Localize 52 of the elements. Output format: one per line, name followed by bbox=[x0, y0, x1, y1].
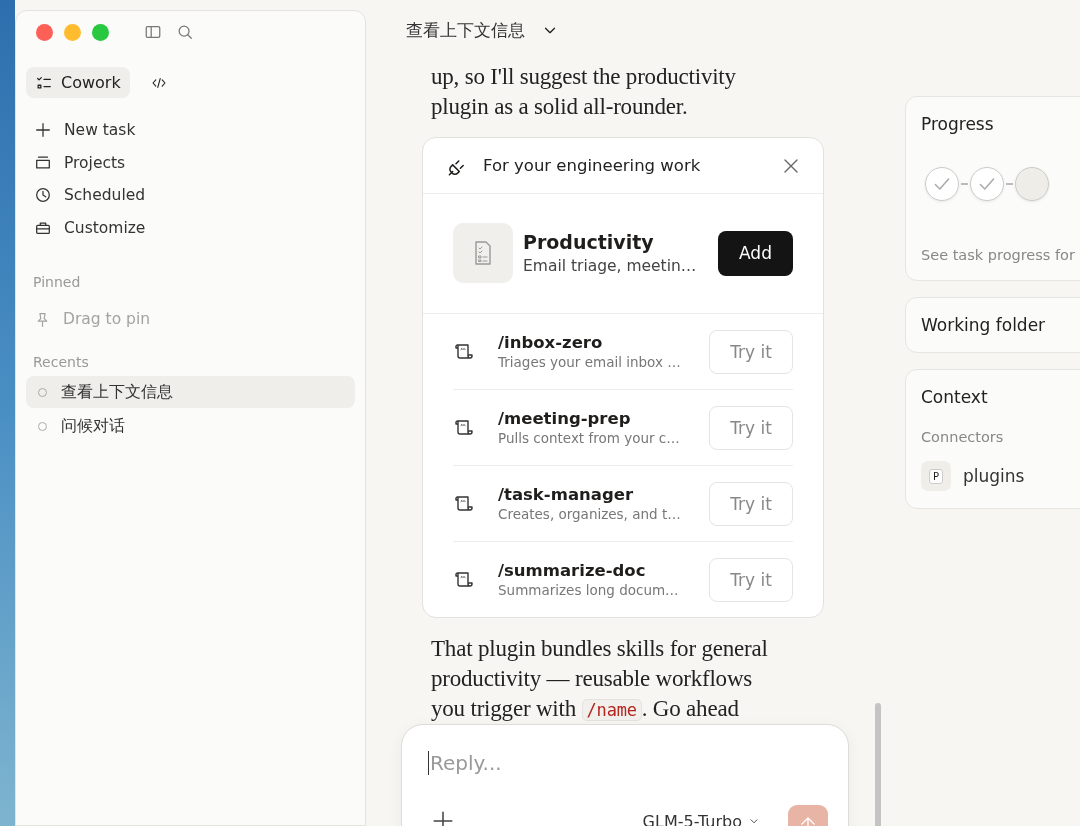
recent-title: 问候对话 bbox=[61, 415, 125, 437]
assistant-message: up, so I'll suggest the productivity plugin as a solid all-rounder. bbox=[430, 63, 737, 121]
recent-title: 查看上下文信息 bbox=[61, 381, 173, 403]
skill-command: /summarize-doc bbox=[498, 561, 647, 580]
plus-icon bbox=[432, 810, 454, 826]
zoom-window-button[interactable] bbox=[92, 23, 109, 41]
add-button[interactable]: Add bbox=[718, 230, 793, 276]
nav-item[interactable]: New task bbox=[26, 114, 355, 147]
close-window-button[interactable] bbox=[36, 23, 53, 41]
model-selector[interactable]: GLM-5-Turbo bbox=[636, 810, 766, 826]
inline-code: /name bbox=[581, 699, 642, 721]
try-it-button[interactable]: Try it bbox=[709, 557, 793, 602]
working-folder-card[interactable]: Working folder bbox=[905, 297, 1080, 353]
try-it-button[interactable]: Try it bbox=[709, 405, 793, 450]
minimize-window-button[interactable] bbox=[64, 23, 81, 41]
reply-input[interactable]: Reply... bbox=[428, 751, 830, 775]
skill-command: /meeting-prep bbox=[498, 409, 632, 428]
clock-icon bbox=[34, 186, 52, 205]
cowork-tab[interactable]: Cowork bbox=[26, 67, 130, 98]
recent-item[interactable]: 查看上下文信息 bbox=[26, 376, 355, 408]
recent-item[interactable]: 问候对话 bbox=[26, 410, 355, 442]
plugin-name: Productivity bbox=[523, 231, 655, 253]
skill-description: Triages your email inbox … bbox=[498, 354, 682, 370]
section-label: Recents bbox=[32, 354, 90, 372]
card-title: For your engineering work bbox=[483, 156, 702, 175]
card-title: Progress bbox=[921, 114, 995, 134]
nav-item[interactable]: Scheduled bbox=[26, 179, 355, 212]
section-label: Pinned bbox=[32, 274, 82, 292]
card-title: Working folder bbox=[921, 315, 1047, 335]
connector-icon: P bbox=[921, 461, 951, 491]
progress-caption: See task progress for bbox=[921, 247, 1076, 263]
connector-name[interactable]: plugins bbox=[963, 466, 1025, 486]
try-it-button[interactable]: Try it bbox=[709, 329, 793, 374]
sidebar-toggle-icon bbox=[144, 23, 162, 41]
search-icon bbox=[176, 23, 194, 41]
try-it-button[interactable]: Try it bbox=[709, 481, 793, 526]
scrollbar[interactable] bbox=[875, 703, 881, 826]
skill-description: Creates, organizes, and t… bbox=[498, 506, 682, 522]
skill-description: Pulls context from your c… bbox=[498, 430, 681, 446]
skill-command: /task-manager bbox=[498, 485, 635, 504]
section-label: Connectors bbox=[921, 429, 1005, 445]
plus-icon bbox=[34, 121, 52, 140]
nav-item[interactable]: Projects bbox=[26, 146, 355, 179]
nav-item[interactable]: Customize bbox=[26, 211, 355, 244]
add-attachment-button[interactable] bbox=[432, 810, 454, 826]
conversation-title[interactable]: 查看上下文信息 bbox=[406, 18, 525, 42]
assistant-message: That plugin bundles skills for general productivity — reusable workflows you trigger with /name . Go ahead bbox=[430, 635, 769, 723]
skill-command: /inbox-zero bbox=[498, 333, 604, 352]
hint-text: Drag to pin bbox=[63, 310, 151, 328]
plugin-description: Email triage, meetin… bbox=[523, 257, 698, 275]
card-title: Context bbox=[921, 387, 989, 407]
skill-description: Summarizes long docum… bbox=[498, 582, 680, 598]
